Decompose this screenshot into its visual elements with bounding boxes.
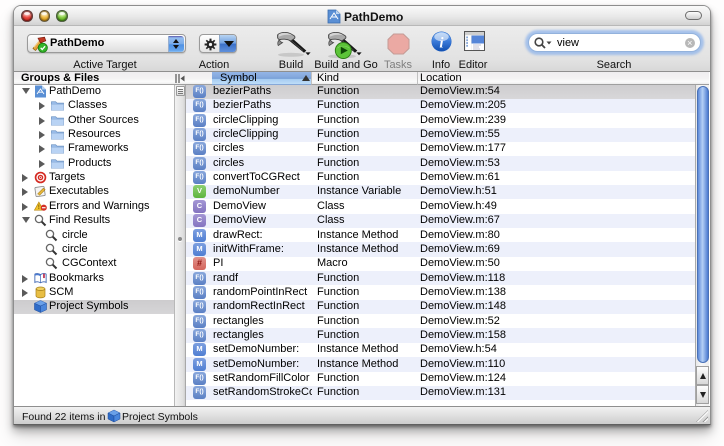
svg-text:!: ! (38, 204, 40, 211)
